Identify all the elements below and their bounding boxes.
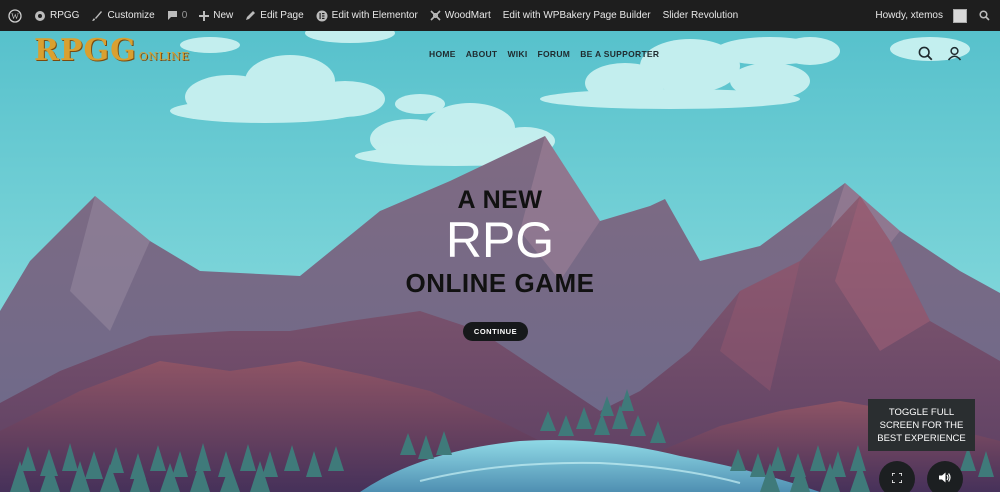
- hero-heading-line2: RPG: [445, 212, 555, 268]
- svg-text:W: W: [11, 12, 19, 21]
- site-name-menu[interactable]: RPGG: [28, 0, 85, 31]
- nav-wiki[interactable]: WIKI: [502, 49, 532, 59]
- pencil-icon: [245, 10, 256, 21]
- site-logo[interactable]: RPGG ONLINE: [34, 36, 190, 66]
- elementor-icon: [316, 10, 328, 22]
- slider-revolution-label: Slider Revolution: [662, 10, 739, 21]
- plus-icon: [199, 10, 210, 21]
- brush-icon: [91, 10, 103, 22]
- woodmart-label: WoodMart: [444, 10, 491, 21]
- logo-text: RPGG: [34, 33, 137, 68]
- fullscreen-button[interactable]: [879, 461, 915, 492]
- hero-heading-line3: ONLINE GAME: [405, 268, 595, 298]
- edit-page-label: Edit Page: [260, 10, 304, 21]
- search-icon: [979, 10, 990, 21]
- fullscreen-tooltip: TOGGLE FULL SCREEN FOR THE BEST EXPERIEN…: [868, 399, 975, 451]
- volume-button[interactable]: [927, 461, 963, 492]
- edit-wpbakery-link[interactable]: Edit with WPBakery Page Builder: [497, 0, 657, 31]
- wordpress-icon: W: [8, 8, 22, 23]
- volume-icon: [939, 470, 951, 488]
- hero-slider: RPGG ONLINE HOME ABOUT WIKI FORUM BE A S…: [0, 31, 1000, 492]
- customize-link[interactable]: Customize: [85, 0, 160, 31]
- admin-search-button[interactable]: [973, 0, 1000, 31]
- avatar: [953, 8, 967, 23]
- user-icon[interactable]: [947, 46, 962, 66]
- edit-page-link[interactable]: Edit Page: [239, 0, 309, 31]
- comments-count: 0: [181, 10, 188, 21]
- nav-forum[interactable]: FORUM: [533, 49, 576, 59]
- customize-label: Customize: [107, 10, 155, 21]
- slider-revolution-link[interactable]: Slider Revolution: [657, 0, 745, 31]
- woodmart-icon: [430, 10, 441, 21]
- logo-subtext: ONLINE: [138, 50, 190, 63]
- woodmart-menu[interactable]: WoodMart: [424, 0, 497, 31]
- hero-heading-line1: A NEW: [457, 186, 543, 214]
- home-icon: [34, 10, 46, 22]
- admin-bar-right: Howdy, xtemos: [869, 0, 1000, 31]
- search-icon[interactable]: [918, 46, 933, 66]
- edit-wpbakery-label: Edit with WPBakery Page Builder: [502, 10, 651, 21]
- new-label: New: [213, 10, 234, 21]
- main-navigation: HOME ABOUT WIKI FORUM BE A SUPPORTER: [424, 49, 664, 59]
- admin-bar: W RPGG Customize 0 New Edit Page Edit wi…: [0, 0, 1000, 31]
- fullscreen-icon: [891, 470, 903, 488]
- my-account-menu[interactable]: Howdy, xtemos: [869, 0, 973, 31]
- continue-button[interactable]: CONTINUE: [463, 322, 528, 341]
- site-name-label: RPGG: [50, 10, 80, 21]
- edit-elementor-link[interactable]: Edit with Elementor: [310, 0, 424, 31]
- wp-logo-menu[interactable]: W: [0, 0, 28, 31]
- nav-home[interactable]: HOME: [424, 49, 461, 59]
- new-content-menu[interactable]: New: [193, 0, 239, 31]
- comments-link[interactable]: 0: [161, 0, 194, 31]
- howdy-label: Howdy, xtemos: [875, 10, 943, 21]
- header-actions: [918, 46, 962, 66]
- edit-elementor-label: Edit with Elementor: [331, 10, 418, 21]
- nav-about[interactable]: ABOUT: [461, 49, 503, 59]
- nav-be-a-supporter[interactable]: BE A SUPPORTER: [575, 49, 664, 59]
- comment-icon: [167, 10, 178, 21]
